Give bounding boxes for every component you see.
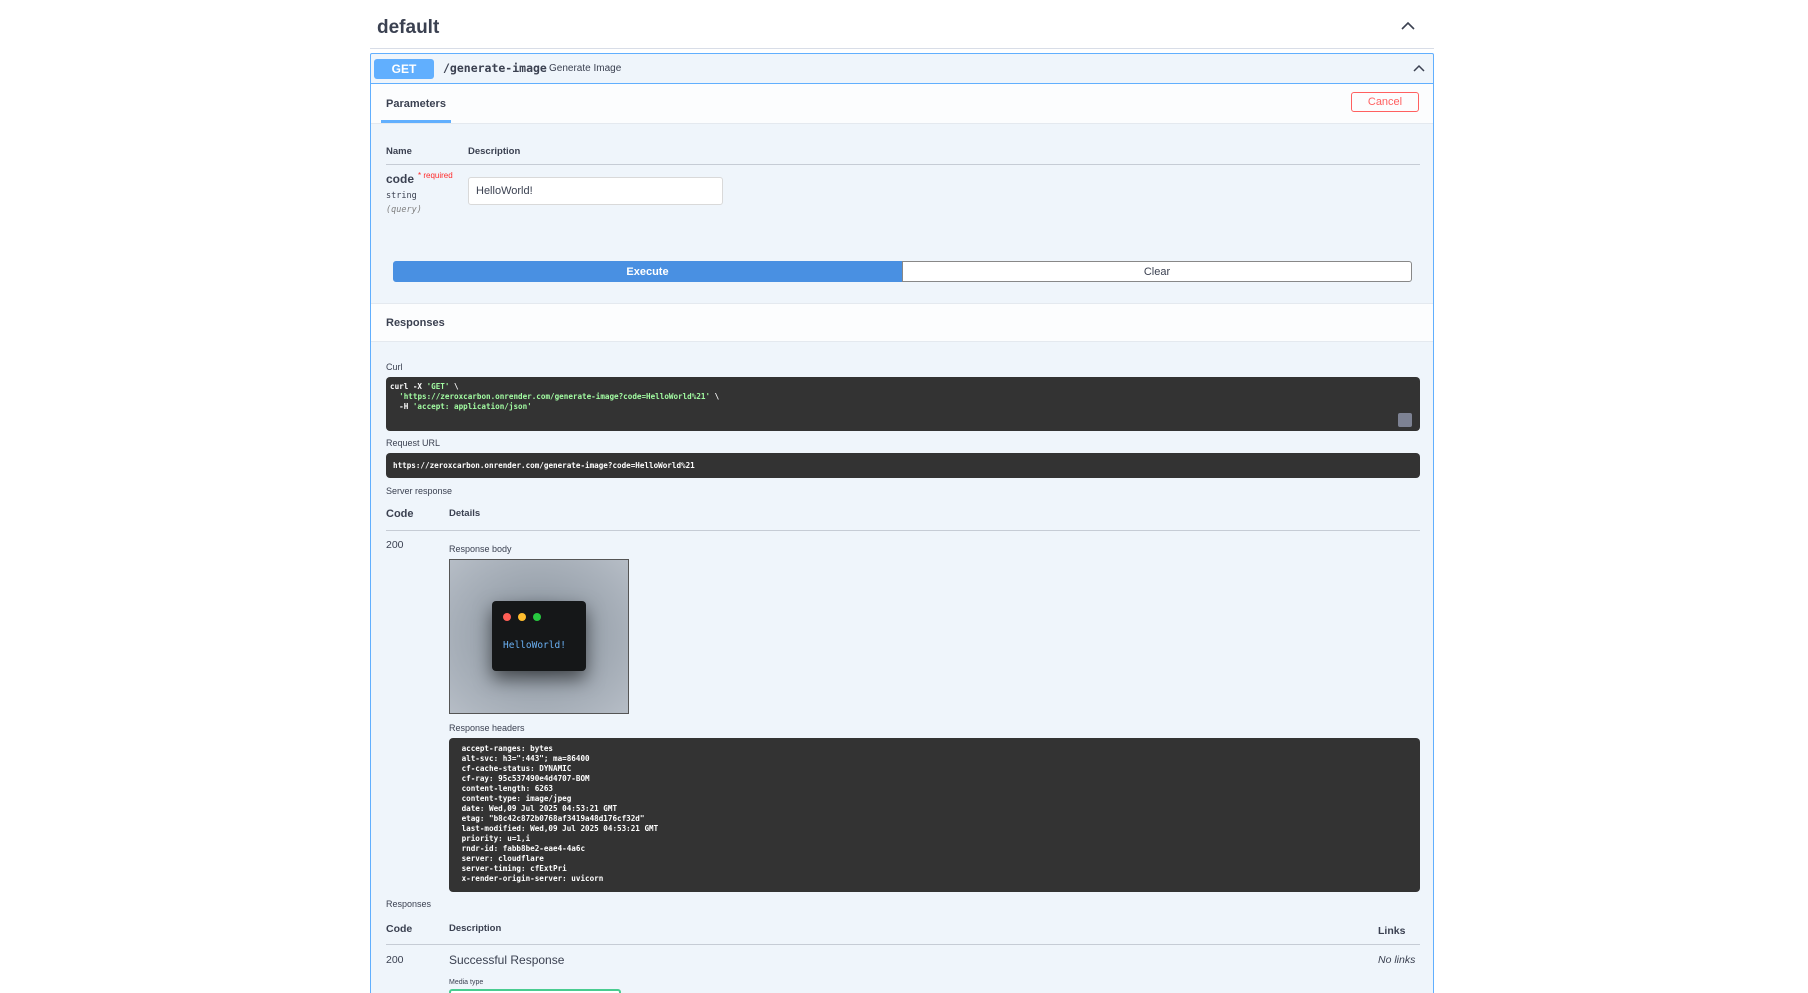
operation-summary-text: Generate Image <box>549 63 622 74</box>
curl-line3-prefix: -H <box>390 402 413 411</box>
tab-parameters[interactable]: Parameters <box>381 84 451 123</box>
curl-url: 'https://zeroxcarbon.onrender.com/genera… <box>399 392 711 401</box>
swagger-page: default GET /generate-image Generate Ima… <box>0 0 1808 993</box>
response-body-label: Response body <box>449 544 512 554</box>
window-minimize-dot <box>518 613 526 621</box>
responses-description-header: Description <box>449 923 502 934</box>
response-headers-label: Response headers <box>449 723 525 733</box>
execute-button[interactable]: Execute <box>393 261 902 282</box>
response-row-links: No links <box>1378 954 1416 966</box>
request-url-label: Request URL <box>386 438 441 448</box>
section-title: default <box>377 17 440 38</box>
preview-code-text: HelloWorld! <box>503 640 566 651</box>
param-name: code <box>386 172 415 186</box>
operation-block: GET /generate-image Generate Image Param… <box>370 53 1434 993</box>
param-required-label: * required <box>418 171 453 180</box>
code-input[interactable] <box>468 177 723 205</box>
server-response-label: Server response <box>386 486 453 496</box>
curl-header: 'accept: application/json' <box>412 402 532 411</box>
response-row-description: Successful Response <box>449 953 565 967</box>
window-close-dot <box>503 613 511 621</box>
responses-header: Responses <box>371 303 1433 342</box>
param-header-description: Description <box>468 146 521 157</box>
responses-links-header: Links <box>1378 925 1406 937</box>
responses-code-header: Code <box>386 923 413 935</box>
curl-line1-prefix: curl -X <box>390 382 427 391</box>
param-type: string <box>386 191 417 201</box>
curl-method: 'GET' <box>426 382 450 391</box>
curl-code-block[interactable]: curl -X 'GET' \ 'https://zeroxcarbon.onr… <box>386 377 1420 431</box>
response-row-code: 200 <box>386 954 404 966</box>
curl-line1-suffix: \ <box>449 382 459 391</box>
response-headers-block: accept-ranges: bytes alt-svc: h3=":443";… <box>449 738 1420 892</box>
response-details-header: Details <box>449 508 481 519</box>
parameters-header: Parameters Cancel <box>371 84 1433 124</box>
cancel-button[interactable]: Cancel <box>1351 92 1419 112</box>
param-location: (query) <box>386 205 422 215</box>
curl-line2-suffix: \ <box>710 392 720 401</box>
clipboard-icon[interactable] <box>1398 413 1412 427</box>
response-code-header: Code <box>386 508 414 520</box>
divider <box>386 944 1420 945</box>
clear-button[interactable]: Clear <box>902 261 1412 282</box>
method-badge: GET <box>374 59 434 79</box>
section-header[interactable]: default <box>370 0 1434 49</box>
operation-path: /generate-image <box>443 61 547 75</box>
media-type-label: Media type <box>449 979 484 986</box>
responses-title: Responses <box>386 317 445 329</box>
divider <box>386 164 1420 165</box>
param-header-name: Name <box>386 146 412 157</box>
media-type-select[interactable] <box>449 989 621 993</box>
response-status-code: 200 <box>386 539 404 551</box>
chevron-up-icon[interactable] <box>1411 60 1427 76</box>
responses-table-title: Responses <box>386 899 432 909</box>
window-maximize-dot <box>533 613 541 621</box>
response-image: HelloWorld! <box>449 559 629 714</box>
code-window-preview: HelloWorld! <box>492 601 586 671</box>
curl-label: Curl <box>386 362 403 372</box>
chevron-up-icon[interactable] <box>1398 16 1418 36</box>
divider <box>386 530 1420 531</box>
request-url-value: https://zeroxcarbon.onrender.com/generat… <box>386 453 1420 478</box>
operation-summary[interactable]: GET /generate-image Generate Image <box>371 54 1433 84</box>
